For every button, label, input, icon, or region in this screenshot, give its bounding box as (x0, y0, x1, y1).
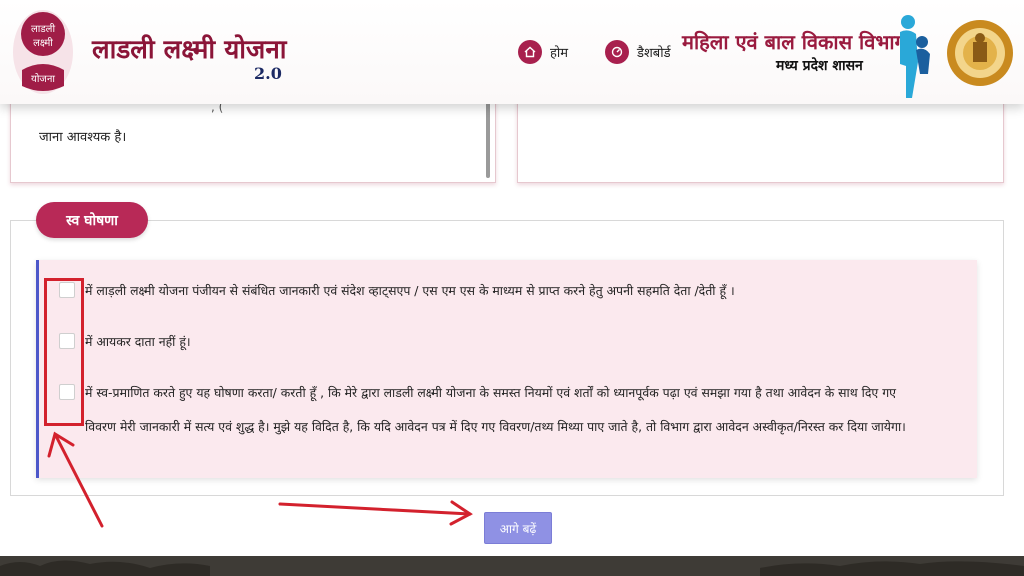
annotation-arrow-right (278, 502, 472, 516)
panel-scrollbar[interactable] (486, 100, 490, 178)
non-taxpayer-text: में आयकर दाता नहीं हूं। (85, 334, 191, 349)
footer-foliage-icon (0, 560, 1024, 576)
nav-dashboard[interactable]: डैशबोर्ड (605, 38, 671, 66)
declaration-card: में लाड़ली लक्ष्मी योजना पंजीयन से संबंध… (36, 260, 977, 478)
footer-decoration (0, 556, 1024, 576)
annotation-highlight-box (44, 278, 84, 426)
app-title: लाडली लक्ष्मी योजना (92, 35, 287, 65)
self-certification-text-line1: में स्व-प्रमाणित करते हुए यह घोषणा करता/… (85, 385, 897, 400)
dashboard-icon (605, 40, 629, 64)
next-button[interactable]: आगे बढ़ें (484, 512, 552, 544)
self-declaration-heading: स्व घोषणा (36, 202, 148, 238)
department-title: महिला एवं बाल विकास विभाग (682, 30, 906, 54)
svg-text:लाडली: लाडली (31, 23, 55, 35)
site-header: लाडली लक्ष्मी योजना लाडली लक्ष्मी योजना … (0, 0, 1024, 104)
nav-dashboard-label: डैशबोर्ड (637, 46, 671, 61)
mother-child-icon (900, 15, 930, 98)
svg-text:योजना: योजना (31, 73, 55, 85)
department-subtitle: मध्य प्रदेश शासन (776, 58, 863, 74)
svg-text:लक्ष्मी: लक्ष्मी (33, 37, 53, 49)
app-version: 2.0 (254, 64, 282, 83)
consent-text: में लाड़ली लक्ष्मी योजना पंजीयन से संबंध… (85, 283, 735, 298)
nav-home-label: होम (550, 46, 569, 61)
nav-home[interactable]: होम (518, 38, 568, 66)
self-certification-text-line2: विवरण मेरी जानकारी में सत्य एवं शुद्ध है… (85, 419, 906, 434)
panel-text: जाना आवश्यक है। (39, 130, 127, 145)
ladli-laxmi-logo[interactable]: लाडली लक्ष्मी योजना (12, 8, 74, 96)
mp-government-emblem (947, 20, 1013, 86)
home-icon (518, 40, 542, 64)
